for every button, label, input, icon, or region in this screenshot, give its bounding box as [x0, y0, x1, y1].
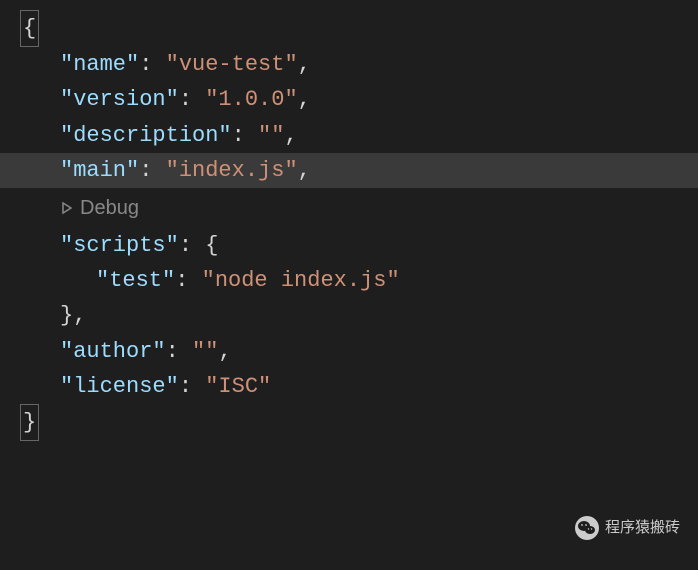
code-line[interactable]: "version": "1.0.0", — [0, 82, 698, 117]
json-value: "vue-test" — [166, 52, 298, 77]
json-value: "1.0.0" — [205, 87, 297, 112]
code-line[interactable]: } — [0, 404, 698, 441]
debug-codelens[interactable]: Debug — [0, 188, 698, 228]
code-line-selected[interactable]: "main": "index.js", — [0, 153, 698, 188]
code-line[interactable]: "author": "", — [0, 334, 698, 369]
play-icon — [60, 201, 74, 215]
json-value: "" — [192, 339, 218, 364]
json-value: "ISC" — [205, 374, 271, 399]
json-key: "license" — [60, 374, 179, 399]
code-line[interactable]: { — [0, 10, 698, 47]
wechat-icon — [575, 516, 599, 540]
debug-label: Debug — [80, 188, 139, 228]
watermark: 程序猿搬砖 — [575, 516, 680, 540]
code-line[interactable]: }, — [0, 298, 698, 333]
json-key: "main" — [60, 158, 139, 183]
json-key: "name" — [60, 52, 139, 77]
json-value: "" — [258, 123, 284, 148]
open-brace: { — [20, 10, 39, 47]
code-line[interactable]: "test": "node index.js" — [0, 263, 698, 298]
json-key: "author" — [60, 339, 166, 364]
json-value: "index.js" — [166, 158, 298, 183]
code-editor[interactable]: { "name": "vue-test", "version": "1.0.0"… — [0, 0, 698, 441]
code-line[interactable]: "license": "ISC" — [0, 369, 698, 404]
json-key: "scripts" — [60, 233, 179, 258]
code-line[interactable]: "description": "", — [0, 118, 698, 153]
json-key: "description" — [60, 123, 232, 148]
code-line[interactable]: "name": "vue-test", — [0, 47, 698, 82]
close-brace: } — [20, 404, 39, 441]
watermark-text: 程序猿搬砖 — [605, 516, 680, 540]
json-key: "test" — [96, 268, 175, 293]
json-key: "version" — [60, 87, 179, 112]
code-line[interactable]: "scripts": { — [0, 228, 698, 263]
json-value: "node index.js" — [202, 268, 400, 293]
